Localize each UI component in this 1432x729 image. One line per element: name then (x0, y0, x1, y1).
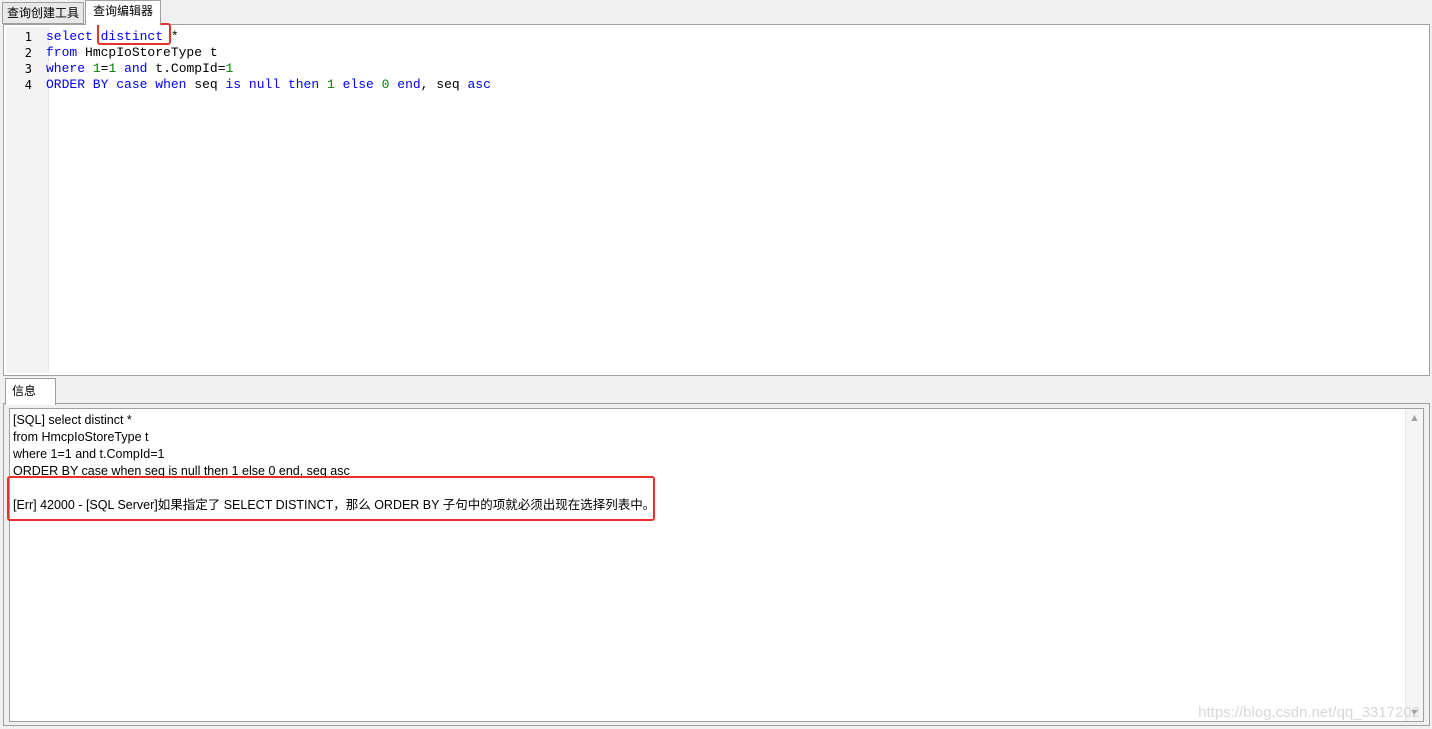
scroll-up-icon[interactable]: ▲ (1406, 409, 1423, 426)
sql-keyword: asc (467, 77, 491, 92)
sql-keyword: is (225, 77, 242, 92)
watermark: https://blog.csdn.net/qq_3317202 (1198, 704, 1420, 721)
sql-keyword: else (342, 77, 374, 92)
sql-text: , seq (420, 77, 468, 92)
sql-keyword: where (46, 61, 86, 76)
query-window: 查询创建工具 查询编辑器 1 2 3 4 select distinct * fr… (0, 0, 1432, 729)
tab-info[interactable]: 信息 (5, 378, 56, 405)
line-number: 4 (24, 78, 32, 92)
line-number: 1 (24, 30, 32, 44)
info-line: where 1=1 and t.CompId=1 (13, 447, 165, 461)
sql-text: t.CompId= (147, 61, 226, 76)
result-tab-strip: 信息 (3, 378, 1430, 405)
sql-number: 1 (225, 61, 234, 76)
sql-text: HmcpIoStoreType t (77, 45, 218, 60)
tab-query-builder[interactable]: 查询创建工具 (2, 2, 84, 24)
sql-number: 1 (92, 61, 101, 76)
editor-tab-strip: 查询创建工具 查询编辑器 (0, 0, 1432, 25)
sql-keyword: null (248, 77, 281, 92)
sql-number: 1 (326, 77, 335, 92)
code-line[interactable]: from HmcpIoStoreType t (46, 45, 1427, 61)
distinct-highlight-box (97, 23, 171, 45)
sql-keyword: ORDER BY (46, 77, 109, 92)
code-line[interactable]: ORDER BY case when seq is null then 1 el… (46, 77, 1427, 93)
line-number: 2 (24, 46, 32, 60)
sql-text: seq (186, 77, 226, 92)
info-message-box[interactable]: [SQL] select distinct * from HmcpIoStoreT… (9, 408, 1424, 722)
error-highlight-box (7, 476, 655, 521)
sql-keyword: case (116, 77, 148, 92)
code-line[interactable]: where 1=1 and t.CompId=1 (46, 61, 1427, 77)
sql-keyword: from (46, 45, 78, 60)
sql-code-area[interactable]: select distinct * from HmcpIoStoreType tw… (46, 29, 1427, 93)
sql-keyword: and (124, 61, 148, 76)
sql-keyword: then (287, 77, 320, 92)
sql-editor[interactable]: 1 2 3 4 select distinct * from HmcpIoStor… (3, 23, 1430, 376)
line-number-gutter: 1 2 3 4 (6, 27, 49, 373)
info-line: from HmcpIoStoreType t (13, 430, 149, 444)
sql-keyword: select (46, 29, 93, 44)
tab-query-editor[interactable]: 查询编辑器 (85, 0, 161, 25)
info-line: [SQL] select distinct * (13, 413, 132, 427)
sql-keyword: when (155, 77, 187, 92)
vertical-scrollbar[interactable]: ▲ ▼ (1405, 409, 1423, 721)
code-line[interactable]: select distinct * (46, 29, 1427, 45)
sql-keyword: end (397, 77, 421, 92)
info-panel: [SQL] select distinct * from HmcpIoStoreT… (3, 403, 1430, 726)
line-number: 3 (24, 62, 32, 76)
